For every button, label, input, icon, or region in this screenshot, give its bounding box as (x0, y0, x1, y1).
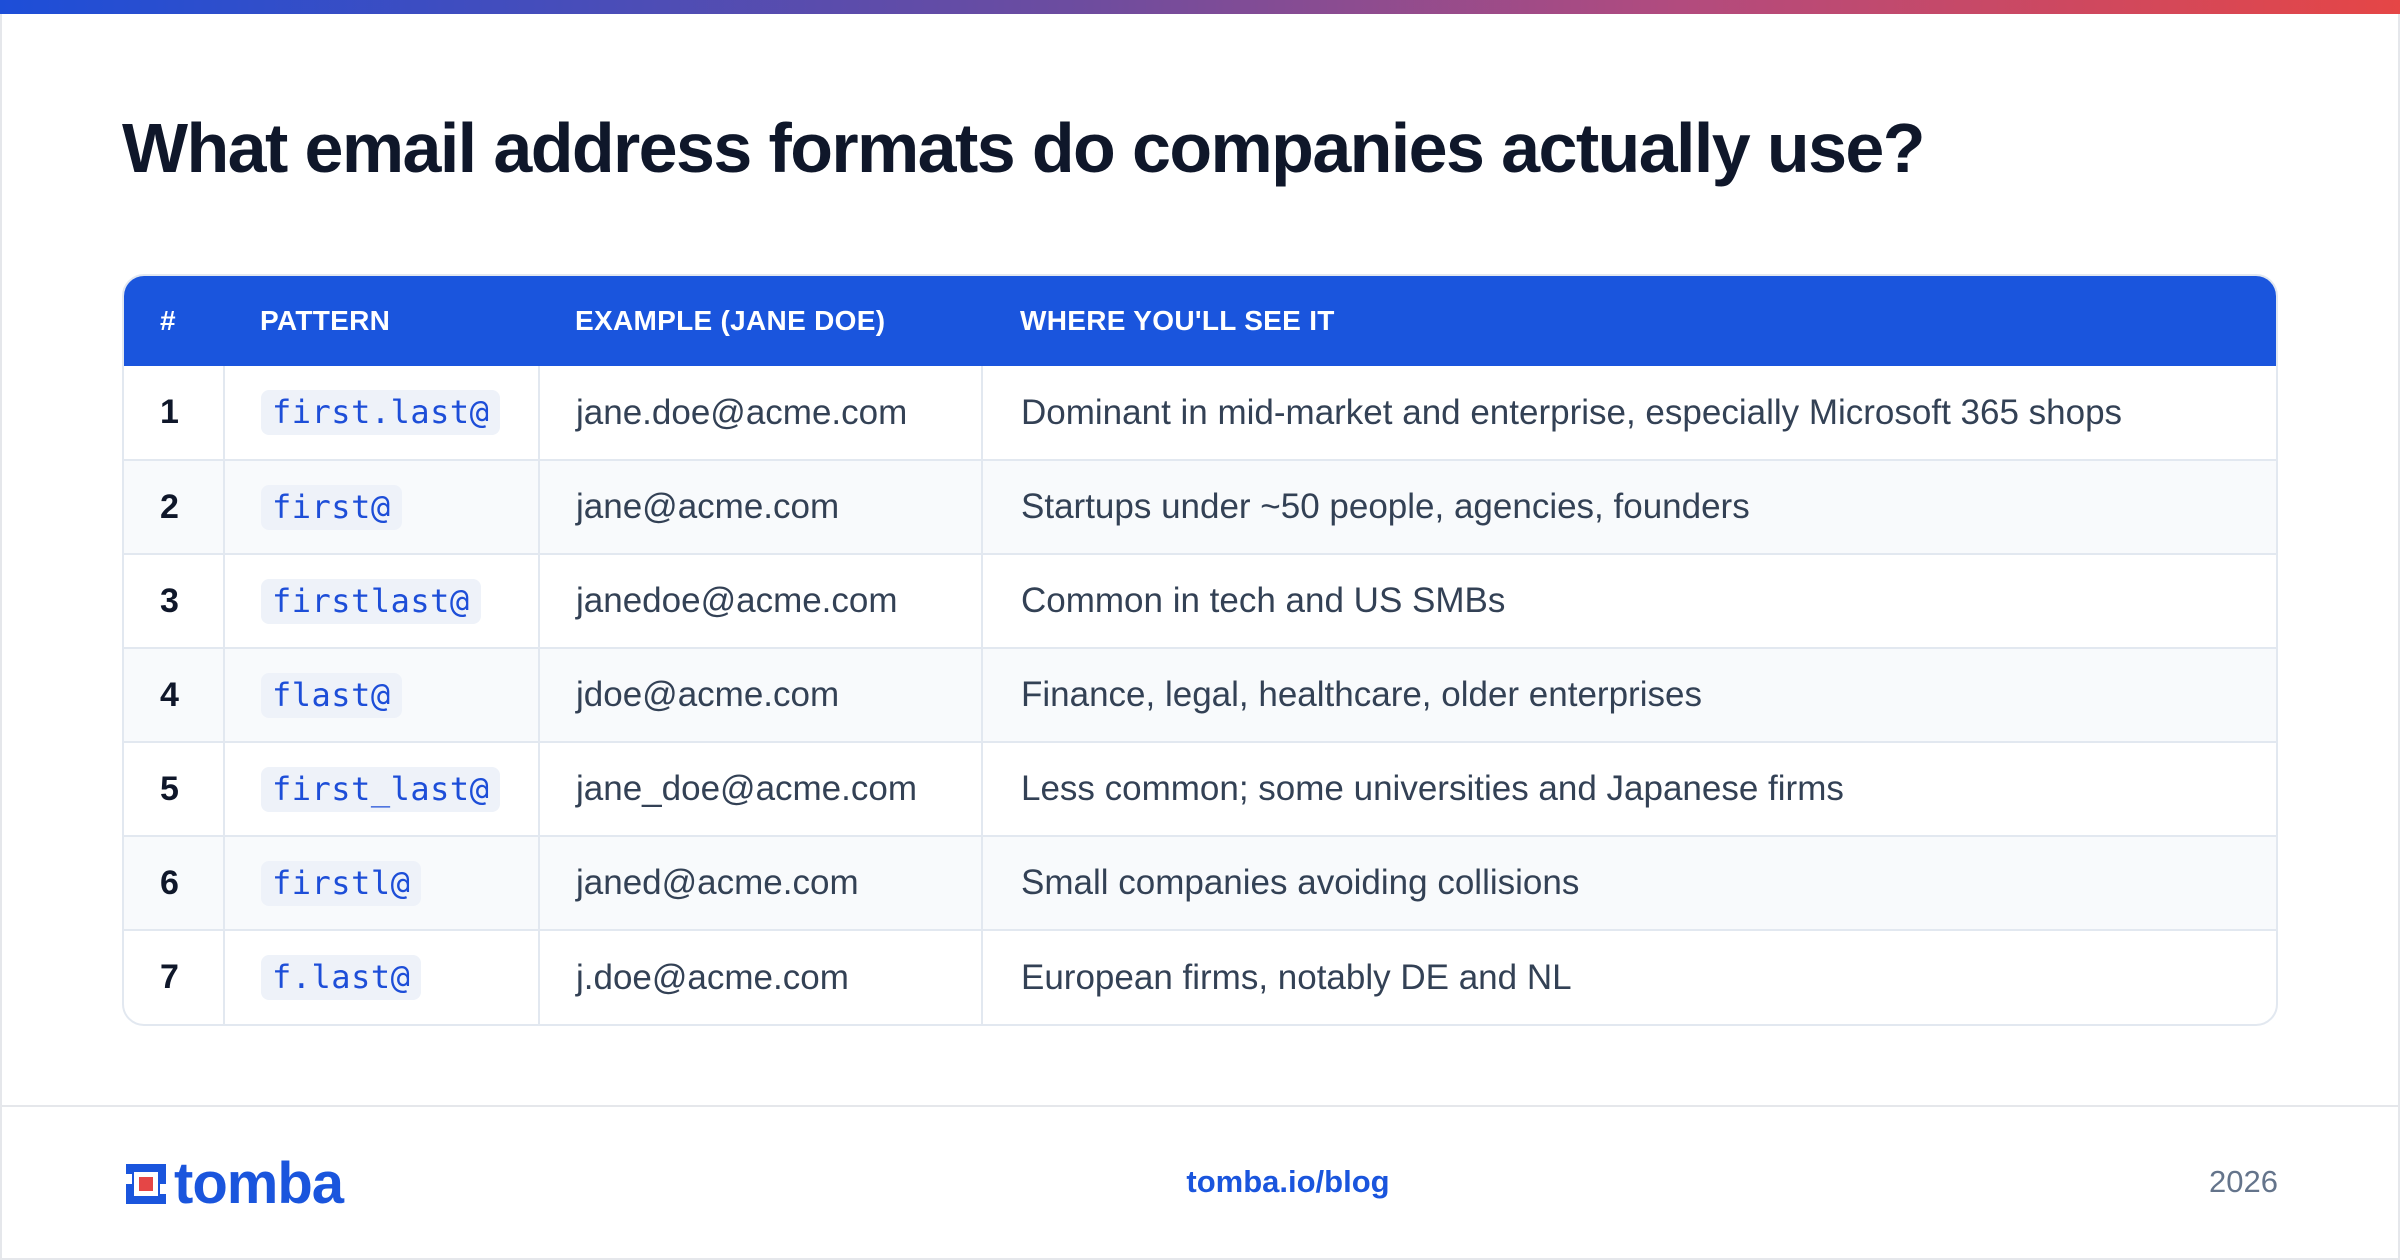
example-email: jane.doe@acme.com (538, 366, 982, 460)
example-email: j.doe@acme.com (538, 929, 982, 1024)
header-where: WHERE YOU'LL SEE IT (1020, 305, 1335, 336)
usage-description: Dominant in mid-market and enterprise, e… (981, 366, 2276, 460)
page-title: What email address formats do companies … (122, 109, 1925, 187)
top-gradient-bar (0, 0, 2400, 14)
table-header-row: # PATTERN EXAMPLE (JANE DOE) WHERE YOU'L… (124, 276, 2276, 366)
example-email: jane@acme.com (538, 459, 982, 554)
row-number: 6 (124, 835, 224, 930)
pattern-code: first.last@ (261, 390, 501, 435)
header-example: EXAMPLE (JANE DOE) (575, 305, 886, 336)
row-number: 5 (124, 741, 224, 836)
pattern-code: flast@ (261, 672, 402, 718)
row-number: 3 (124, 553, 224, 648)
table-row: 1 first.last@ jane.doe@acme.com Dominant… (124, 366, 2276, 460)
table-row: 7 f.last@ j.doe@acme.com European firms,… (124, 929, 2276, 1024)
table-row: 2 first@ jane@acme.com Startups under ~5… (124, 459, 2276, 554)
row-number: 7 (124, 929, 224, 1024)
row-number: 4 (124, 647, 224, 742)
table-row: 5 first_last@ jane_doe@acme.com Less com… (124, 741, 2276, 836)
usage-description: Small companies avoiding collisions (981, 835, 2276, 930)
usage-description: Startups under ~50 people, agencies, fou… (981, 459, 2276, 554)
pattern-code: firstl@ (261, 860, 422, 906)
row-number: 1 (160, 393, 179, 431)
blog-link[interactable]: tomba.io/blog (0, 1164, 2400, 1200)
footer-year: 2026 (2209, 1164, 2278, 1199)
example-email: janedoe@acme.com (538, 553, 982, 648)
table-row: 3 firstlast@ janedoe@acme.com Common in … (124, 553, 2276, 648)
pattern-code: firstlast@ (261, 578, 481, 624)
usage-description: Finance, legal, healthcare, older enterp… (981, 647, 2276, 742)
usage-description: European firms, notably DE and NL (981, 929, 2276, 1024)
email-formats-table: # PATTERN EXAMPLE (JANE DOE) WHERE YOU'L… (122, 274, 2278, 1026)
footer-divider (0, 1105, 2400, 1107)
pattern-code: first@ (261, 484, 402, 530)
pattern-code: f.last@ (261, 955, 422, 1000)
table-row: 6 firstl@ janed@acme.com Small companies… (124, 835, 2276, 930)
example-email: jane_doe@acme.com (538, 741, 982, 836)
row-number: 2 (124, 459, 224, 554)
pattern-code: first_last@ (261, 766, 501, 812)
example-email: jdoe@acme.com (538, 647, 982, 742)
example-email: janed@acme.com (538, 835, 982, 930)
header-pattern: PATTERN (260, 305, 391, 336)
table-row: 4 flast@ jdoe@acme.com Finance, legal, h… (124, 647, 2276, 742)
usage-description: Common in tech and US SMBs (981, 553, 2276, 648)
header-number: # (160, 305, 176, 336)
usage-description: Less common; some universities and Japan… (981, 741, 2276, 836)
